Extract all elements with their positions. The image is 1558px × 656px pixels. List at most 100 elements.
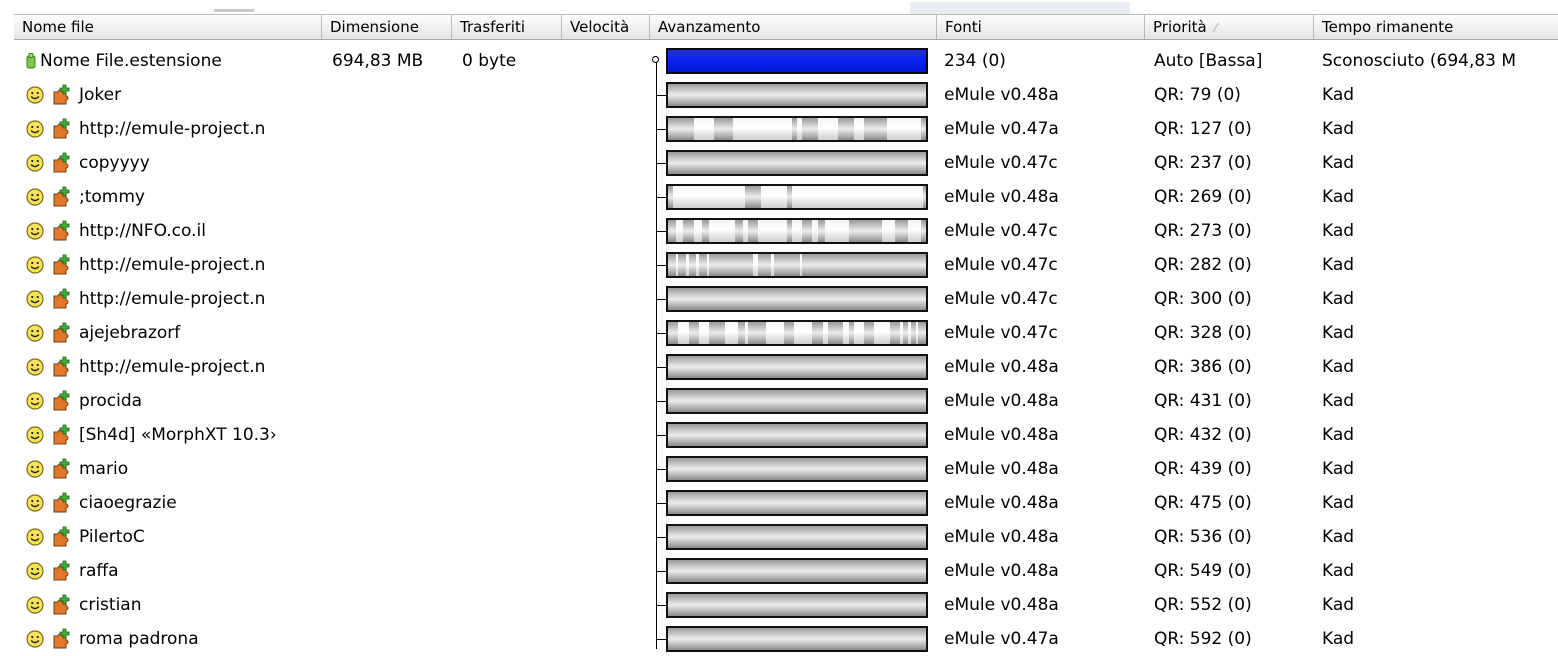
source-queue-rank: QR: 282 (0) <box>1154 255 1252 275</box>
source-client: eMule v0.48a <box>944 595 1059 615</box>
smiley-icon <box>26 290 44 308</box>
source-availability-bar <box>666 320 928 346</box>
source-row[interactable]: [Sh4d] «MorphXT 10.3› eMule v0.48a QR: 432… <box>14 418 1558 452</box>
source-remaining: Kad <box>1322 425 1355 445</box>
source-row[interactable]: roma padrona eMule v0.47a QR: 592 (0) Kad <box>14 622 1558 656</box>
source-availability-bar <box>666 150 928 176</box>
source-name: roma padrona <box>79 629 199 649</box>
source-row[interactable]: copyyyy eMule v0.47c QR: 237 (0) Kad <box>14 146 1558 180</box>
smiley-icon <box>26 358 44 376</box>
sort-indicator-icon: ⁄ <box>1214 21 1217 35</box>
source-client: eMule v0.47a <box>944 119 1059 139</box>
smiley-icon <box>26 426 44 444</box>
tree-branch <box>656 129 666 130</box>
toolbar-tab-indicator <box>214 9 254 12</box>
column-header-label: Nome file <box>22 18 94 36</box>
tree-branch <box>656 333 666 334</box>
download-list: Nome File.estensione 694,83 MB 0 byte 23… <box>14 44 1558 652</box>
source-queue-rank: QR: 431 (0) <box>1154 391 1252 411</box>
source-remaining: Kad <box>1322 221 1355 241</box>
source-client: eMule v0.47c <box>944 323 1058 343</box>
source-row[interactable]: ciaoegrazie eMule v0.48a QR: 475 (0) Kad <box>14 486 1558 520</box>
source-row[interactable]: ;tommy eMule v0.48a QR: 269 (0) Kad <box>14 180 1558 214</box>
source-row[interactable]: ajejebrazorf eMule v0.47c QR: 328 (0) Kad <box>14 316 1558 350</box>
source-name: ciaoegrazie <box>79 493 177 513</box>
puzzle-client-icon <box>53 356 70 377</box>
column-header-dimensione[interactable]: Dimensione <box>322 15 452 39</box>
puzzle-client-icon <box>53 458 70 479</box>
source-name-cell: cristian <box>26 588 324 622</box>
source-client: eMule v0.48a <box>944 459 1059 479</box>
smiley-icon <box>26 630 44 648</box>
source-availability-bar <box>666 524 928 550</box>
tree-branch <box>656 537 666 538</box>
source-name-cell: http://emule-project.n <box>26 248 324 282</box>
column-header-label: Fonti <box>945 18 982 36</box>
smiley-icon <box>26 596 44 614</box>
source-remaining: Kad <box>1322 187 1355 207</box>
source-name: [Sh4d] «MorphXT 10.3› <box>79 425 277 445</box>
source-row[interactable]: http://NFO.co.il eMule v0.47c QR: 273 (0) K… <box>14 214 1558 248</box>
source-name: http://NFO.co.il <box>79 221 206 241</box>
table-header: Nome file Dimensione Trasferiti Velocità… <box>14 14 1558 40</box>
source-row[interactable]: PilertoC eMule v0.48a QR: 536 (0) Kad <box>14 520 1558 554</box>
column-header-label: Priorità <box>1153 18 1207 36</box>
puzzle-client-icon <box>53 390 70 411</box>
column-header-fonti[interactable]: Fonti <box>937 15 1145 39</box>
source-row[interactable]: procida eMule v0.48a QR: 431 (0) Kad <box>14 384 1558 418</box>
source-client: eMule v0.48a <box>944 493 1059 513</box>
file-name: Nome File.estensione <box>40 51 222 71</box>
puzzle-client-icon <box>53 152 70 173</box>
smiley-icon <box>26 494 44 512</box>
toolbar-highlight <box>910 2 1130 14</box>
puzzle-client-icon <box>53 118 70 139</box>
puzzle-client-icon <box>53 526 70 547</box>
smiley-icon <box>26 528 44 546</box>
puzzle-client-icon <box>53 288 70 309</box>
source-name: cristian <box>79 595 142 615</box>
source-remaining: Kad <box>1322 561 1355 581</box>
tree-branch <box>656 299 666 300</box>
source-availability-bar <box>666 422 928 448</box>
column-header-velocita[interactable]: Velocità <box>562 15 650 39</box>
source-queue-rank: QR: 79 (0) <box>1154 85 1241 105</box>
source-queue-rank: QR: 386 (0) <box>1154 357 1252 377</box>
column-header-trasferiti[interactable]: Trasferiti <box>452 15 562 39</box>
source-queue-rank: QR: 552 (0) <box>1154 595 1252 615</box>
tree-branch <box>656 231 666 232</box>
source-name-cell: http://emule-project.n <box>26 112 324 146</box>
source-row[interactable]: http://emule-project.n eMule v0.47c QR: 30… <box>14 282 1558 316</box>
source-client: eMule v0.48a <box>944 425 1059 445</box>
smiley-icon <box>26 460 44 478</box>
source-row[interactable]: mario eMule v0.48a QR: 439 (0) Kad <box>14 452 1558 486</box>
source-row[interactable]: cristian eMule v0.48a QR: 552 (0) Kad <box>14 588 1558 622</box>
source-row[interactable]: http://emule-project.n eMule v0.48a QR: 38… <box>14 350 1558 384</box>
source-queue-rank: QR: 439 (0) <box>1154 459 1252 479</box>
source-row[interactable]: raffa eMule v0.48a QR: 549 (0) Kad <box>14 554 1558 588</box>
tree-branch <box>656 367 666 368</box>
source-row[interactable]: http://emule-project.n eMule v0.47a QR: 12… <box>14 112 1558 146</box>
column-header-avanzamento[interactable]: Avanzamento <box>650 15 937 39</box>
source-name-cell: copyyyy <box>26 146 324 180</box>
source-client: eMule v0.47c <box>944 289 1058 309</box>
source-row[interactable]: http://emule-project.n eMule v0.47c QR: 28… <box>14 248 1558 282</box>
source-client: eMule v0.47c <box>944 153 1058 173</box>
source-row[interactable]: Joker eMule v0.48a QR: 79 (0) Kad <box>14 78 1558 112</box>
source-name: http://emule-project.n <box>79 119 266 139</box>
puzzle-client-icon <box>53 254 70 275</box>
source-name: ajejebrazorf <box>79 323 181 343</box>
puzzle-client-icon <box>53 628 70 649</box>
source-availability-bar <box>666 558 928 584</box>
source-remaining: Kad <box>1322 255 1355 275</box>
source-name-cell: [Sh4d] «MorphXT 10.3› <box>26 418 324 452</box>
source-queue-rank: QR: 475 (0) <box>1154 493 1252 513</box>
column-header-nome-file[interactable]: Nome file <box>14 15 322 39</box>
column-header-tempo-rimanente[interactable]: Tempo rimanente <box>1314 15 1558 39</box>
source-name: mario <box>79 459 129 479</box>
column-header-label: Trasferiti <box>460 18 526 36</box>
source-remaining: Kad <box>1322 323 1355 343</box>
file-sources: 234 (0) <box>944 51 1006 71</box>
file-row[interactable]: Nome File.estensione 694,83 MB 0 byte 23… <box>14 44 1558 78</box>
smiley-icon <box>26 86 44 104</box>
column-header-priorita[interactable]: Priorità ⁄ <box>1145 15 1314 39</box>
